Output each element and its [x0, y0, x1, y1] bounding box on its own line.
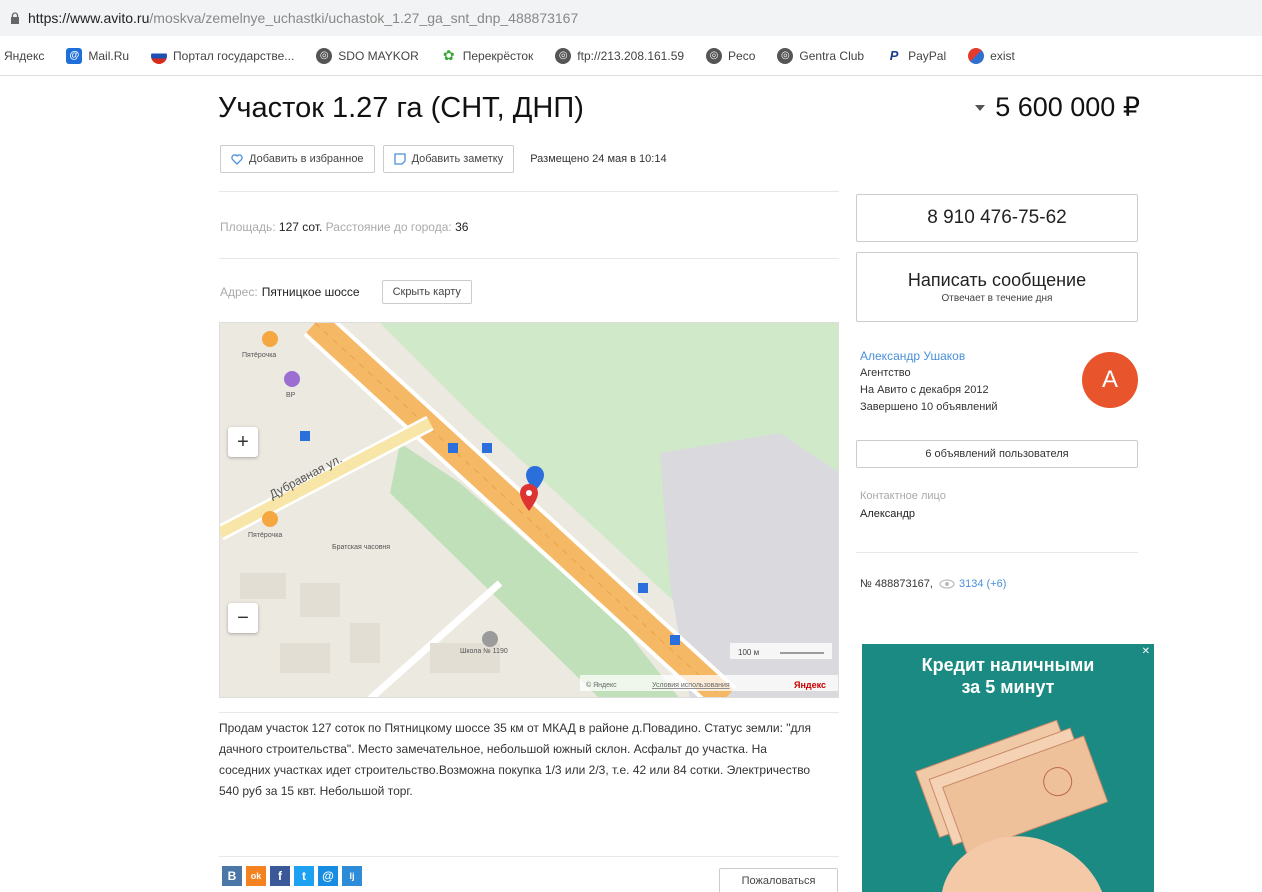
poi-label: Школа № 1190	[460, 648, 508, 655]
listing-description: Продам участок 127 соток по Пятницкому ш…	[219, 721, 812, 798]
seller-info: Александр Ушаков Агентство На Авито с де…	[860, 348, 998, 416]
bookmark-perekrestok[interactable]: ✿ Перекрёсток	[440, 47, 533, 64]
bookmark-peco[interactable]: ◎ Peco	[706, 47, 755, 64]
share-buttons: B ok f t @ lj	[222, 866, 366, 886]
money-hand-image	[915, 719, 1109, 892]
complain-button[interactable]: Пожаловаться	[719, 868, 838, 892]
seller-since: На Авито с декабря 2012	[860, 384, 989, 396]
bookmark-mailru[interactable]: @ Mail.Ru	[66, 47, 129, 64]
bookmark-gosuslugi[interactable]: Портал государстве...	[151, 47, 294, 64]
facebook-share-button[interactable]: f	[270, 866, 290, 886]
write-message-label: Написать сообщение	[907, 270, 1087, 290]
address-value: Пятницкое шоссе	[261, 285, 360, 299]
globe-icon: ◎	[316, 47, 333, 64]
globe-icon: ◎	[777, 47, 794, 64]
map-scale: 100 м	[738, 648, 759, 657]
map[interactable]: Дубравная ул. Пятёрочка ВР Пятёрочка Бра…	[219, 322, 839, 698]
address-bar[interactable]: https://www.avito.ru/moskva/zemelnye_uch…	[0, 0, 1262, 36]
yandex-logo: Яндекс	[794, 680, 826, 690]
phone-button[interactable]: 8 910 476-75-62	[856, 194, 1138, 242]
posted-date: Размещено 24 мая в 10:14	[530, 153, 667, 165]
seller-type: Агентство	[860, 367, 911, 379]
bookmarks-bar: Яндекс @ Mail.Ru Портал государстве... ◎ S…	[0, 36, 1262, 76]
area-value: 127 сот.	[278, 220, 323, 234]
globe-icon: ◎	[706, 47, 723, 64]
address-row: Адрес: Пятницкое шоссе Скрыть карту	[220, 280, 472, 304]
mail-share-button[interactable]: @	[318, 866, 338, 886]
twitter-share-button[interactable]: t	[294, 866, 314, 886]
bookmark-yandex[interactable]: Яндекс	[4, 49, 44, 63]
ad-banner[interactable]: Кредит наличными за 5 минут ✕	[862, 644, 1154, 892]
poi-label: Братская часовня	[332, 544, 390, 551]
item-number: № 488873167,	[860, 578, 933, 590]
exist-icon	[968, 47, 985, 64]
paypal-icon: P	[886, 47, 903, 64]
avatar[interactable]: А	[1082, 352, 1138, 408]
url-path: /moskva/zemelnye_uchastki/uchastok_1.27_…	[149, 10, 579, 26]
seller-completed: Завершено 10 объявлений	[860, 401, 998, 413]
bookmark-paypal[interactable]: P PayPal	[886, 47, 946, 64]
divider	[219, 856, 839, 857]
divider	[219, 191, 839, 192]
view-count[interactable]: 3134 (+6)	[959, 578, 1006, 590]
ok-share-button[interactable]: ok	[246, 866, 266, 886]
heart-icon	[231, 153, 243, 165]
chevron-down-icon[interactable]	[975, 104, 986, 111]
bookmark-sdo[interactable]: ◎ SDO MAYKOR	[316, 47, 419, 64]
bookmark-ftp[interactable]: ◎ ftp://213.208.161.59	[555, 47, 684, 64]
area-label: Площадь:	[220, 220, 276, 234]
lock-icon	[11, 12, 19, 24]
globe-icon: ◎	[555, 47, 572, 64]
distance-value: 36	[455, 220, 469, 234]
divider	[219, 258, 839, 259]
address-label: Адрес:	[220, 285, 258, 299]
mailru-icon: @	[66, 47, 83, 64]
map-terms-link[interactable]: Условия использования	[652, 682, 730, 689]
price-value: 5 600 000 ₽	[995, 92, 1140, 122]
poi-label: Пятёрочка	[248, 532, 282, 539]
url-host: https://www.avito.ru	[28, 10, 150, 26]
bookmark-gentra[interactable]: ◎ Gentra Club	[777, 47, 864, 64]
add-favorite-button[interactable]: Добавить в избранное	[220, 145, 375, 173]
leaf-icon: ✿	[440, 47, 457, 64]
distance-label: Расстояние до города:	[325, 220, 452, 234]
response-time: Отвечает в течение дня	[941, 293, 1053, 304]
listing-title: Участок 1.27 га (СНТ, ДНП)	[218, 92, 584, 124]
contact-person: Контактное лицо Александр	[860, 487, 946, 523]
note-icon	[393, 153, 406, 165]
listing-params: Площадь: 127 сот. Расстояние до города: …	[220, 220, 468, 234]
user-ads-button[interactable]: 6 объявлений пользователя	[856, 440, 1138, 468]
zoom-in-button[interactable]: +	[228, 427, 258, 457]
contact-name: Александр	[860, 508, 916, 520]
lj-share-button[interactable]: lj	[342, 866, 362, 886]
seller-name-link[interactable]: Александр Ушаков	[860, 348, 998, 365]
bookmark-exist[interactable]: exist	[968, 47, 1015, 64]
hide-map-button[interactable]: Скрыть карту	[381, 280, 472, 304]
add-note-button[interactable]: Добавить заметку	[382, 145, 515, 173]
vk-share-button[interactable]: B	[222, 866, 242, 886]
contact-label: Контактное лицо	[860, 490, 946, 502]
poi-label: ВР	[286, 392, 296, 399]
divider	[219, 712, 839, 713]
map-canvas[interactable]: Дубравная ул. Пятёрочка ВР Пятёрочка Бра…	[220, 323, 839, 698]
item-number-row: № 488873167, 3134 (+6)	[860, 578, 1006, 590]
price[interactable]: 5 600 000 ₽	[975, 92, 1140, 123]
zoom-out-button[interactable]: −	[228, 603, 258, 633]
map-copyright: © Яндекс	[586, 681, 617, 689]
eye-icon	[939, 579, 955, 589]
write-message-button[interactable]: Написать сообщение Отвечает в течение дн…	[856, 252, 1138, 322]
listing-actions: Добавить в избранное Добавить заметку Ра…	[220, 145, 667, 173]
poi-label: Пятёрочка	[242, 352, 276, 359]
divider	[856, 552, 1138, 553]
gosuslugi-icon	[151, 47, 168, 64]
